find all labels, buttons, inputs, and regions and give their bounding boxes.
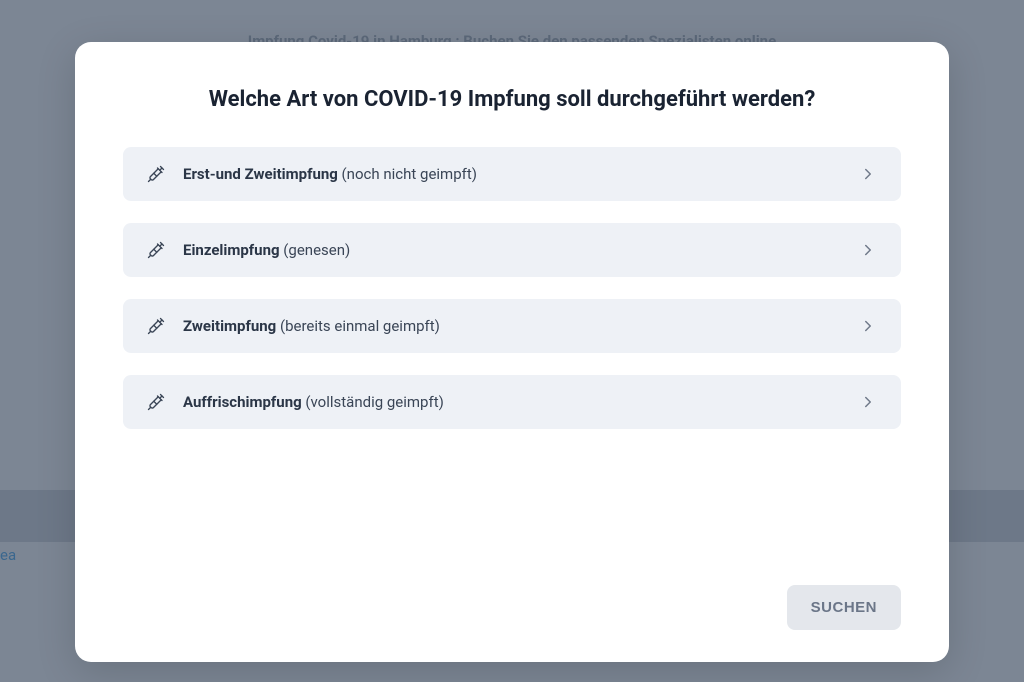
chevron-right-icon — [859, 165, 877, 183]
modal-footer: SUCHEN — [123, 585, 901, 630]
option-single-dose-recovered[interactable]: Einzelimpfung (genesen) — [123, 223, 901, 277]
backdrop-link-fragment: ea — [0, 546, 16, 564]
vaccination-option-list: Erst-und Zweitimpfung (noch nicht geimpf… — [123, 147, 901, 561]
search-button[interactable]: SUCHEN — [787, 585, 901, 630]
syringe-icon — [147, 317, 165, 335]
option-label: Erst-und Zweitimpfung (noch nicht geimpf… — [183, 165, 847, 183]
syringe-icon — [147, 165, 165, 183]
chevron-right-icon — [859, 241, 877, 259]
option-label: Zweitimpfung (bereits einmal geimpft) — [183, 317, 847, 335]
option-second-dose[interactable]: Zweitimpfung (bereits einmal geimpft) — [123, 299, 901, 353]
modal-title: Welche Art von COVID-19 Impfung soll dur… — [123, 86, 901, 115]
vaccination-type-modal: Welche Art von COVID-19 Impfung soll dur… — [75, 42, 949, 662]
option-first-and-second-dose[interactable]: Erst-und Zweitimpfung (noch nicht geimpf… — [123, 147, 901, 201]
syringe-icon — [147, 393, 165, 411]
chevron-right-icon — [859, 317, 877, 335]
option-label: Auffrischimpfung (vollständig geimpft) — [183, 393, 847, 411]
option-booster-dose[interactable]: Auffrischimpfung (vollständig geimpft) — [123, 375, 901, 429]
chevron-right-icon — [859, 393, 877, 411]
syringe-icon — [147, 241, 165, 259]
option-label: Einzelimpfung (genesen) — [183, 241, 847, 259]
